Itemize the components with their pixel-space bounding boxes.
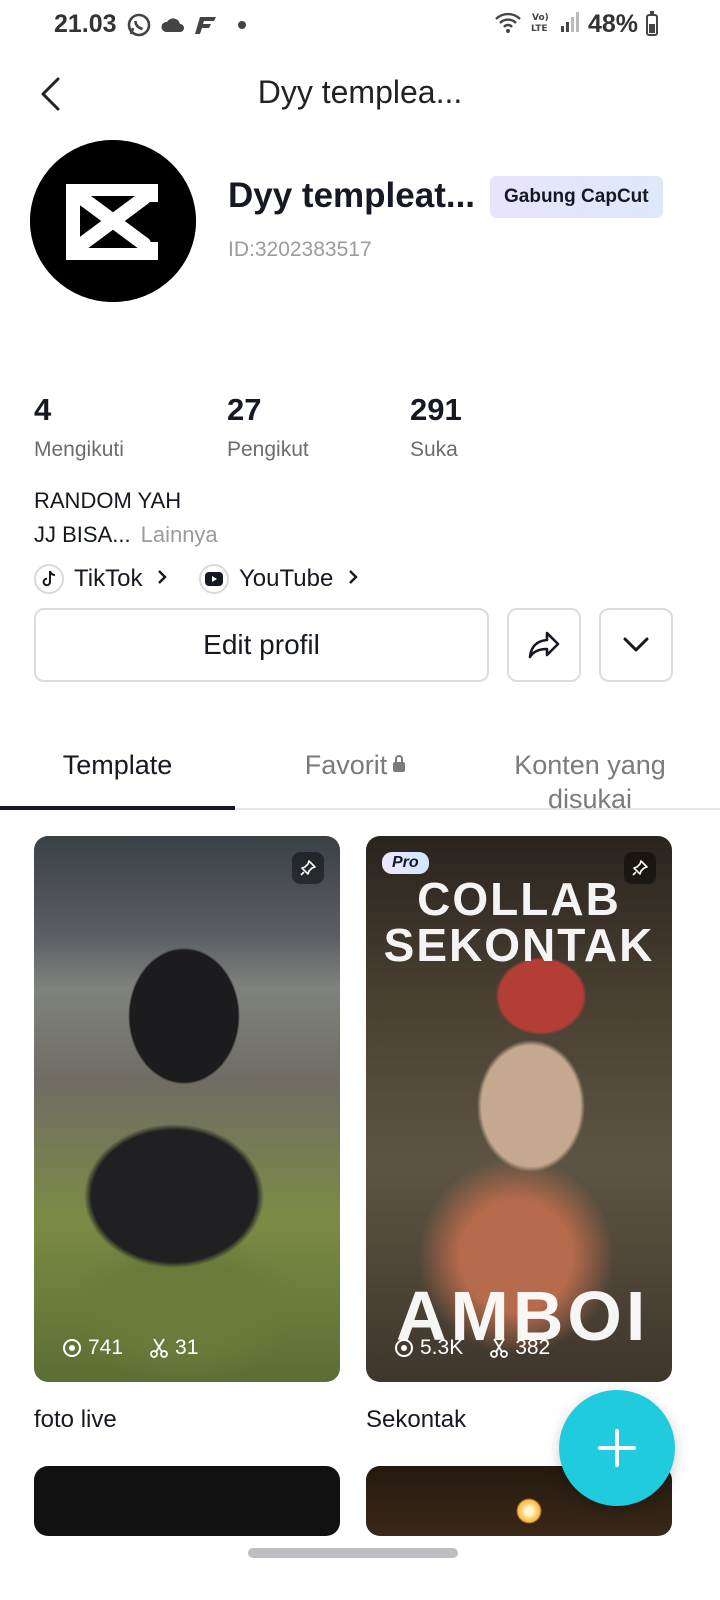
plus-icon [598, 1429, 636, 1467]
lock-icon [393, 754, 406, 772]
page-title: Dyy templea... [257, 74, 463, 110]
template-title[interactable]: Sekontak [366, 1406, 466, 1434]
scissors-icon [490, 1338, 509, 1358]
stat-label: Pengikut [227, 438, 309, 461]
youtube-icon [199, 564, 229, 594]
svg-text:LTE: LTE [531, 24, 548, 34]
template-card[interactable]: 741 31 [34, 836, 340, 1382]
create-template-button[interactable] [559, 1390, 675, 1506]
youtube-link[interactable]: YouTube [199, 564, 359, 594]
tab-label: Favorit [304, 750, 388, 780]
active-tab-indicator [0, 806, 235, 810]
profile-id: ID:3202383517 [228, 238, 372, 261]
battery-icon [646, 10, 658, 36]
signal-icon [560, 11, 580, 38]
chevron-down-icon [623, 637, 649, 652]
bio-line-1: RANDOM YAH [34, 488, 182, 513]
home-indicator[interactable] [248, 1548, 458, 1558]
view-count: 5.3K [420, 1336, 464, 1359]
thumbnail-caption: COLLAB SEKONTAK [383, 873, 655, 971]
use-count: 382 [515, 1336, 551, 1359]
edit-profile-button[interactable]: Edit profil [34, 608, 489, 682]
volte-icon: Vo) LTE [530, 10, 552, 39]
profile-tabs: Template Favorit Konten yang disukai [0, 740, 720, 814]
share-profile-button[interactable] [507, 608, 581, 682]
template-card[interactable] [34, 1466, 340, 1536]
tab-favorit[interactable]: Favorit [250, 748, 460, 782]
pro-badge: Pro [382, 852, 429, 874]
stat-value: 4 [34, 392, 52, 427]
view-count: 741 [88, 1336, 124, 1359]
use-count: 31 [175, 1336, 199, 1359]
top-app-bar: Dyy templea... [0, 60, 720, 130]
tiktok-icon [34, 564, 64, 594]
stat-value: 291 [410, 392, 462, 427]
social-label: YouTube [239, 565, 334, 592]
more-notifications-dot [238, 21, 246, 29]
stat-label: Mengikuti [34, 438, 124, 461]
bio-text: JJ BISA... [34, 522, 131, 547]
stat-likes[interactable]: 291 Suka [410, 392, 462, 462]
whatsapp-icon [126, 12, 152, 38]
status-time: 21.03 [54, 10, 117, 38]
wifi-icon [494, 10, 522, 39]
avatar[interactable] [30, 140, 196, 302]
battery-percent: 48% [587, 10, 638, 38]
eye-icon [63, 1339, 81, 1357]
notification-icons [126, 12, 246, 38]
template-title[interactable]: foto live [34, 1406, 117, 1434]
template-card[interactable]: COLLAB SEKONTAK AMBOI Pro 5.3K 382 [366, 836, 672, 1382]
pin-icon [292, 852, 324, 884]
stat-followers[interactable]: 27 Pengikut [227, 392, 309, 462]
status-bar: 21.03 Vo) LTE 48% [0, 0, 720, 52]
tab-template[interactable]: Template [0, 748, 235, 782]
chevron-right-icon [347, 566, 359, 592]
app-f-icon [194, 14, 218, 36]
system-status: Vo) LTE 48% [494, 10, 658, 39]
stat-label: Suka [410, 438, 458, 461]
tab-label: Template [62, 750, 173, 780]
tab-liked-content[interactable]: Konten yang disukai [470, 748, 710, 816]
stat-value: 27 [227, 392, 262, 427]
tab-label: Konten yang disukai [514, 750, 666, 814]
scissors-icon [150, 1338, 168, 1358]
bio-more-link[interactable]: Lainnya [141, 522, 218, 547]
profile-name: Dyy templeat... [228, 176, 476, 215]
svg-text:Vo): Vo) [532, 13, 549, 23]
card-stats: 741 31 [62, 1336, 198, 1360]
social-label: TikTok [74, 565, 143, 592]
pin-icon [624, 852, 656, 884]
more-options-button[interactable] [599, 608, 673, 682]
cloud-icon [160, 15, 186, 35]
chevron-right-icon [156, 566, 168, 592]
bio-line-2: JJ BISA... Lainnya [34, 522, 218, 548]
join-capcut-badge[interactable]: Gabung CapCut [490, 176, 663, 218]
stat-following[interactable]: 4 Mengikuti [34, 392, 124, 462]
share-icon [528, 631, 560, 659]
card-stats: 5.3K 382 [394, 1336, 550, 1360]
capcut-logo-icon [30, 140, 196, 302]
eye-icon [395, 1339, 413, 1357]
tiktok-link[interactable]: TikTok [34, 564, 168, 594]
